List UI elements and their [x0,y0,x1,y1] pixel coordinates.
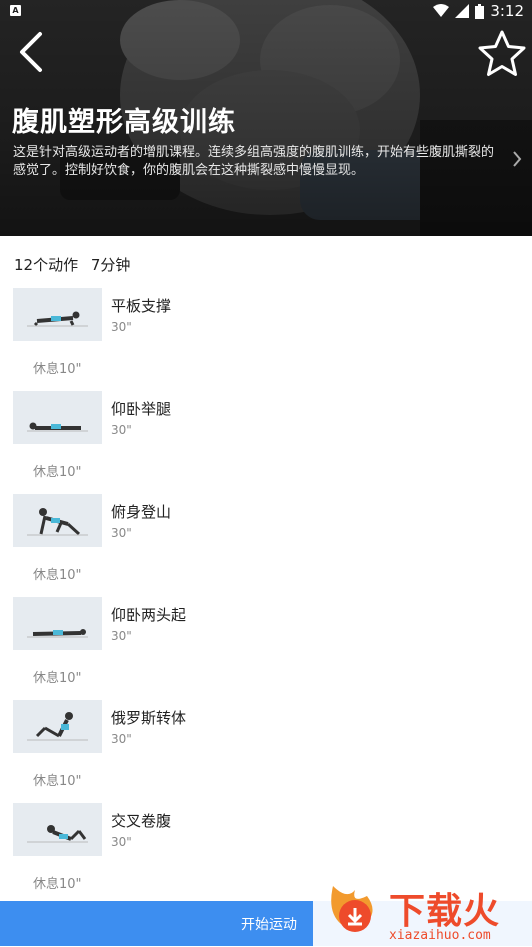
download-badge-icon [339,900,371,932]
plank-thumbnail [13,288,102,341]
course-description: 这是针对高级运动者的增肌课程。连续多组高强度的腹肌训练，开始有些腹肌撕裂的感觉了… [13,145,495,178]
notification-icon: A [10,5,21,16]
signal-icon [455,4,470,18]
chevron-right-icon[interactable] [512,150,522,168]
exercise-duration: 30" [111,423,132,437]
exercise-duration: 30" [111,835,132,849]
rest-interval: 休息10" [33,877,82,892]
exercise-item[interactable]: 俯身登山 30" 休息10" [0,494,532,597]
exercise-item[interactable]: 仰卧举腿 30" 休息10" [0,391,532,494]
watermark-subtext: xiazaihuo.com [389,928,491,943]
page-title: 腹肌塑形高级训练 [12,107,236,138]
exercise-name: 仰卧两头起 [111,606,187,624]
exercise-item[interactable]: 平板支撑 30" 休息10" [0,288,532,391]
wifi-icon [433,4,450,17]
rest-interval: 休息10" [33,568,82,583]
exercise-list: 平板支撑 30" 休息10" 仰卧举腿 30" 休息10" 俯身登山 30" 休… [0,288,532,906]
status-right: 3:12 [433,2,524,20]
total-duration: 7分钟 [90,256,131,274]
exercise-name: 平板支撑 [111,297,172,315]
status-time: 3:12 [490,2,524,20]
back-arrow-icon[interactable] [12,28,52,76]
exercise-name: 交叉卷腹 [111,812,172,830]
exercise-count: 12个动作 [14,256,79,274]
battery-icon [475,3,485,19]
watermark: 下载火 xiazaihuo.com [313,878,532,946]
v-up-thumbnail [13,597,102,650]
status-bar: A 3:12 [0,0,532,24]
start-workout-label: 开始运动 [241,916,297,932]
star-outline-icon[interactable] [476,28,528,80]
rest-interval: 休息10" [33,465,82,480]
exercise-duration: 30" [111,320,132,334]
mountain-climber-thumbnail [13,494,102,547]
exercise-duration: 30" [111,526,132,540]
exercise-item[interactable]: 仰卧两头起 30" 休息10" [0,597,532,700]
cross-crunch-thumbnail [13,803,102,856]
leg-raise-thumbnail [13,391,102,444]
rest-interval: 休息10" [33,774,82,789]
russian-twist-thumbnail [13,700,102,753]
exercise-item[interactable]: 俄罗斯转体 30" 休息10" [0,700,532,803]
exercise-name: 俄罗斯转体 [111,709,187,727]
rest-interval: 休息10" [33,671,82,686]
rest-interval: 休息10" [33,362,82,377]
header-banner: A 3:12 腹肌塑形高级训练 这是针对高级运动者的增肌课程。连续多组高强度的腹… [0,0,532,236]
exercise-duration: 30" [111,629,132,643]
watermark-text: 下载火 [389,891,501,932]
exercise-name: 仰卧举腿 [111,400,172,418]
exercise-name: 俯身登山 [111,503,172,521]
exercise-duration: 30" [111,732,132,746]
workout-summary: 12个动作 7分钟 [14,254,138,275]
